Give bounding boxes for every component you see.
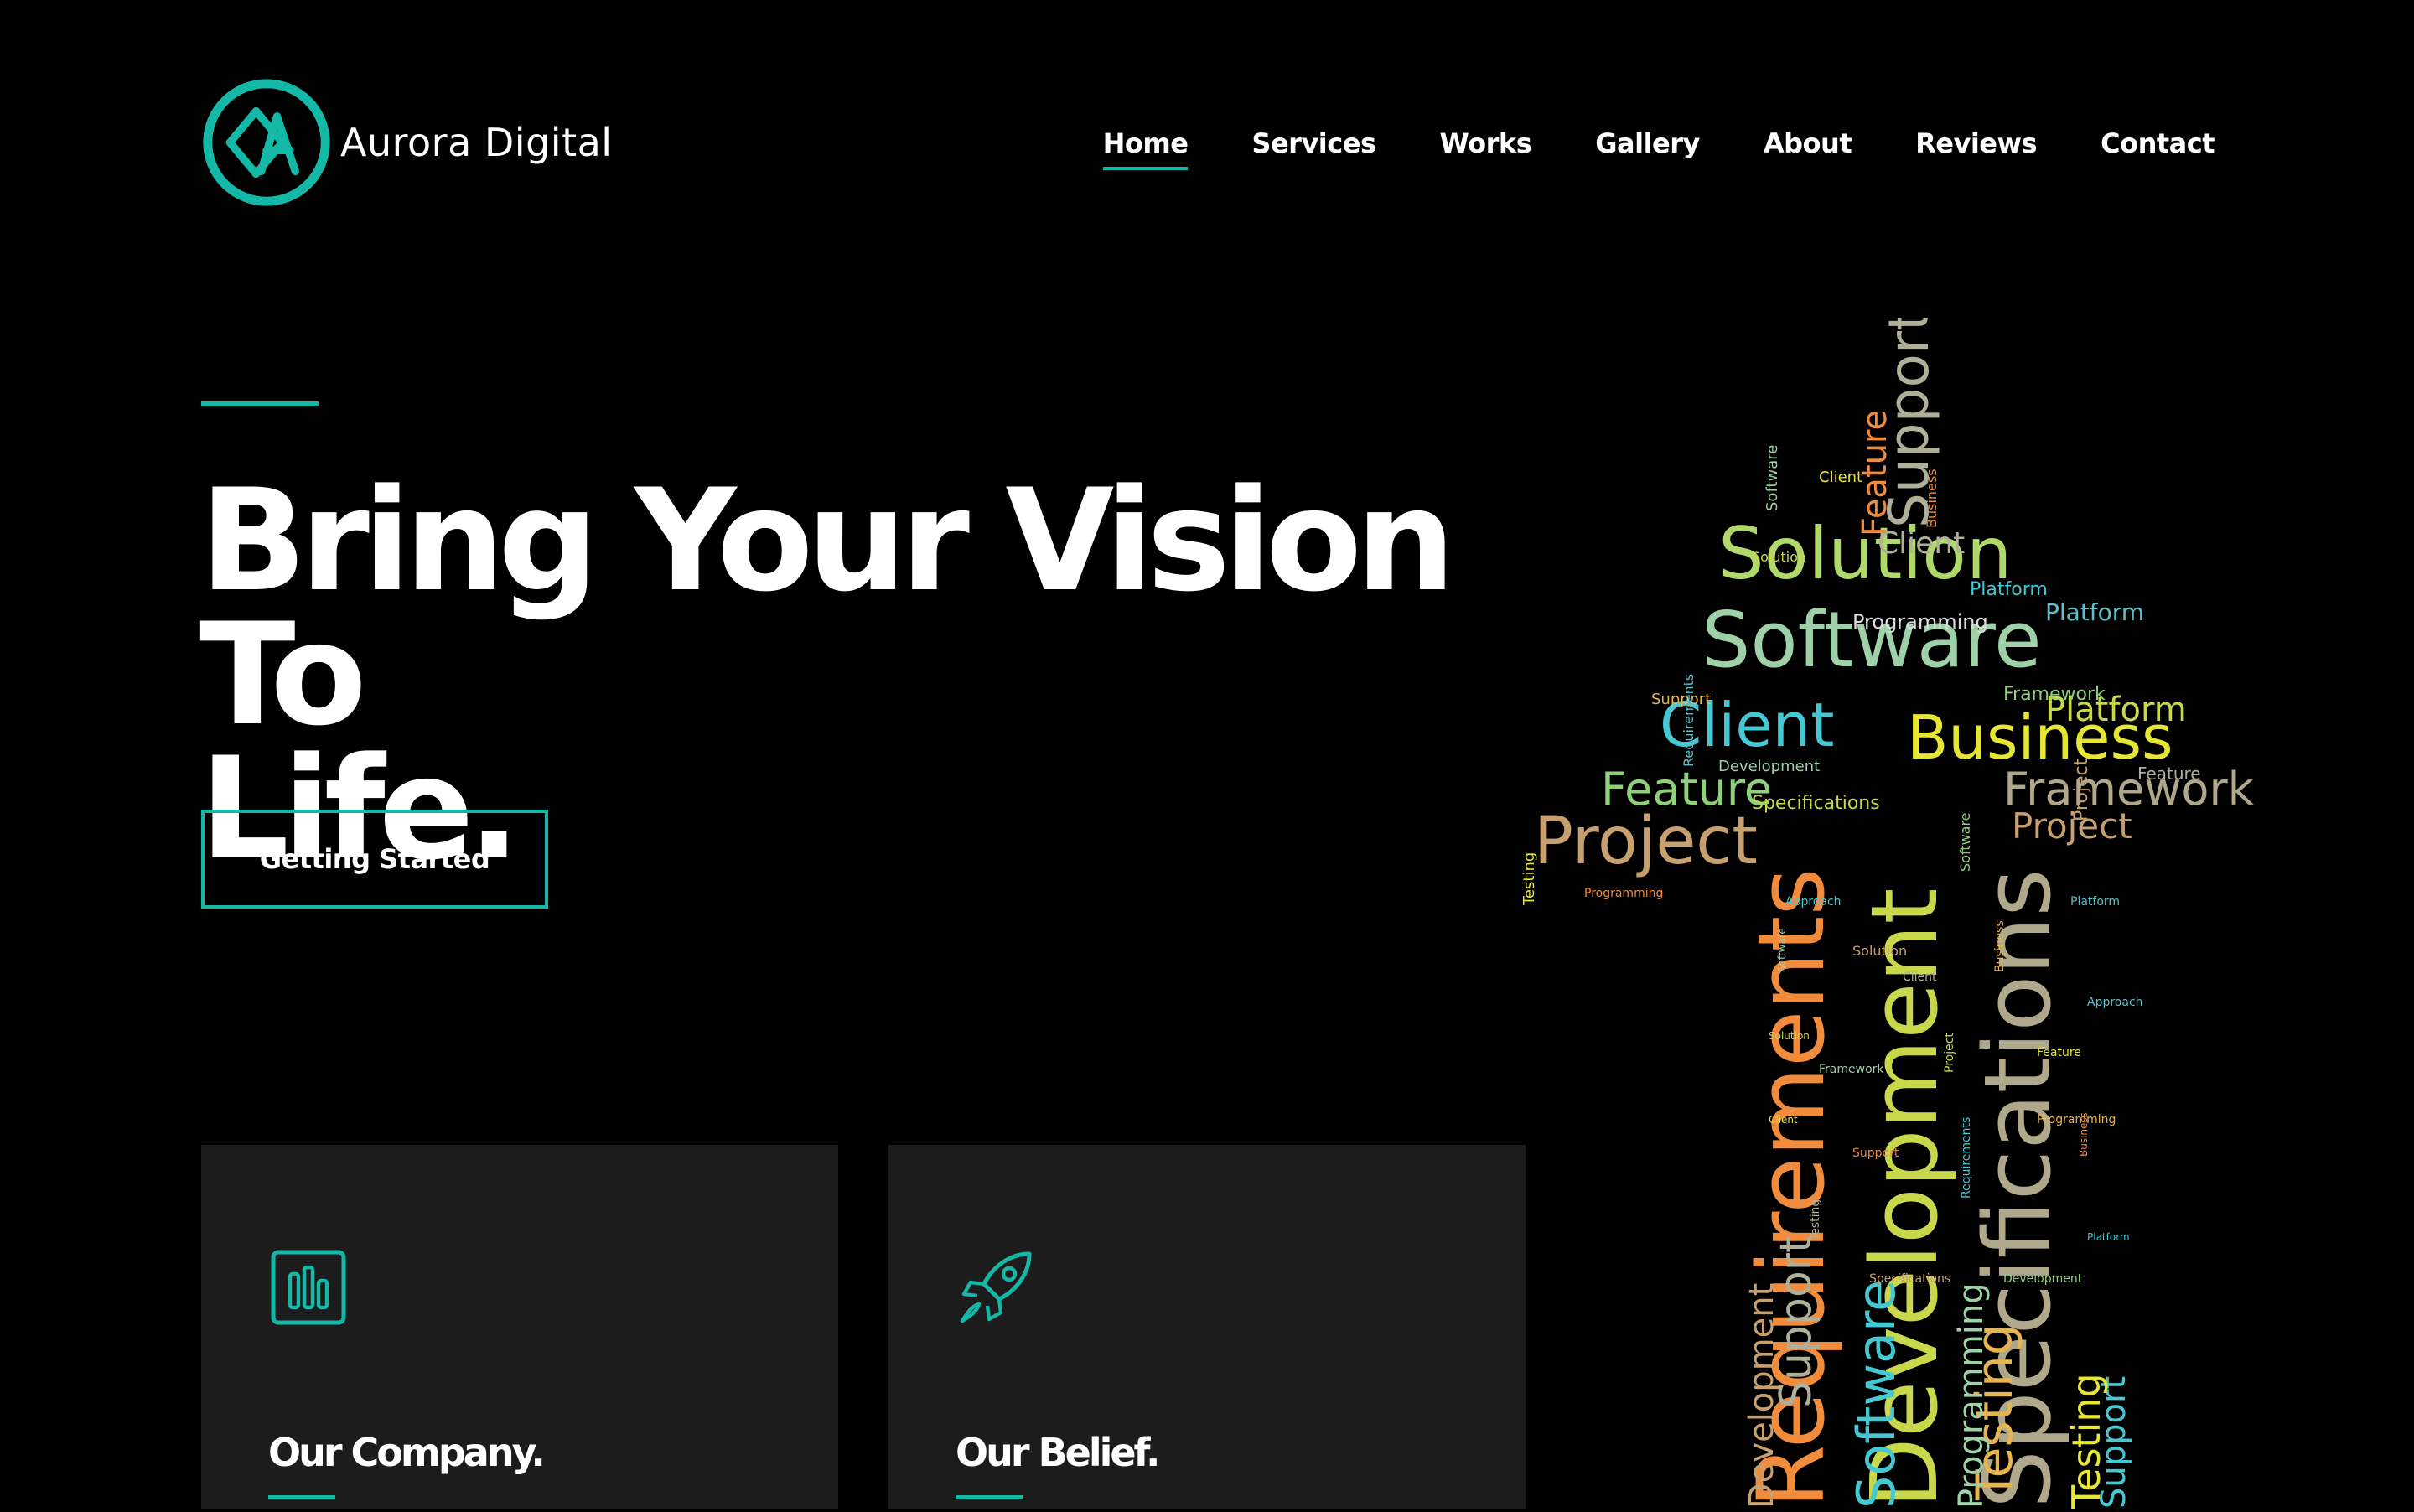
nav-item-home[interactable]: Home	[1102, 122, 1189, 170]
word-cloud-word: Solution	[1769, 1030, 1810, 1042]
getting-started-button[interactable]: Getting Started	[201, 810, 548, 909]
bar-chart-icon	[271, 1250, 346, 1325]
word-cloud-word: Platform	[2070, 895, 2120, 909]
company-card: Our Company.	[201, 1145, 838, 1509]
word-cloud-word: Development	[1718, 758, 1820, 775]
word-cloud-word: Testing	[1809, 1199, 1822, 1241]
word-cloud-word: Programming	[2037, 1113, 2116, 1126]
word-cloud-word: Project	[1943, 1033, 1956, 1073]
word-cloud-word: Solution	[1852, 943, 1907, 959]
word-cloud-word: Feature	[2137, 764, 2201, 784]
word-cloud-word: Software	[1702, 595, 2042, 685]
word-cloud-graphic: Software Solution Business Client Framework P…	[1520, 309, 2255, 1509]
nav-item-works[interactable]: Works	[1439, 122, 1531, 165]
hero-title-line1: Bring Your Vision To	[199, 458, 1456, 757]
nav-item-reviews[interactable]: Reviews	[1915, 122, 2037, 165]
word-cloud-word: Support	[1852, 1147, 1899, 1160]
word-cloud-word: Software	[1764, 445, 1781, 511]
word-cloud-word: Approach	[1785, 895, 1842, 909]
word-cloud-word: Requirements	[1681, 674, 1697, 767]
brand-name: Aurora Digital	[340, 120, 613, 165]
word-cloud-word: Programming	[1852, 610, 1988, 634]
company-card-underline	[268, 1495, 335, 1499]
belief-card-underline	[956, 1495, 1023, 1499]
word-cloud-word: Software	[1957, 812, 1973, 872]
word-cloud-word: Testing	[1520, 852, 1538, 906]
word-cloud-word: Client	[1769, 1114, 1798, 1126]
word-cloud-word: Project	[2071, 758, 2092, 821]
company-card-title: Our Company.	[268, 1430, 546, 1475]
word-cloud-word: Platform	[2045, 598, 2144, 626]
nav-item-gallery[interactable]: Gallery	[1595, 122, 1700, 165]
nav-item-about[interactable]: About	[1764, 122, 1852, 165]
word-cloud-word: Software	[1846, 1280, 1907, 1509]
word-cloud-word: Solution	[1752, 549, 1806, 565]
word-cloud-word: Framework	[1819, 1063, 1884, 1076]
word-cloud-word: Specifications	[1869, 1272, 1950, 1286]
word-cloud-word: Approach	[2087, 996, 2143, 1009]
word-cloud-word: Software	[1776, 928, 1788, 972]
word-cloud-word: Framework	[2003, 684, 2106, 705]
word-cloud-word: Programming	[1952, 1282, 1991, 1509]
word-cloud-word: Requirements	[1960, 1117, 1973, 1199]
word-cloud-word: Programming	[1584, 887, 1663, 900]
aurora-a-logo-icon	[203, 79, 330, 206]
word-cloud-word: Development	[2003, 1272, 2083, 1286]
rocket-icon	[960, 1251, 1032, 1323]
word-cloud-word: Platform	[2087, 1231, 2130, 1243]
word-cloud-word: Specifications	[1752, 793, 1880, 814]
word-cloud-word: Business	[2078, 1112, 2090, 1157]
word-cloud-word: Testing	[2064, 1373, 2109, 1509]
nav-item-contact[interactable]: Contact	[2101, 122, 2215, 165]
word-cloud-arrow-image: Software Solution Business Client Framework P…	[1500, 309, 2305, 1509]
word-cloud-word: Platform	[1970, 579, 2048, 600]
hero-accent-line	[201, 401, 319, 406]
word-cloud-word: Client	[1819, 469, 1862, 486]
word-cloud-word: Client	[1903, 971, 1937, 984]
nav-item-services[interactable]: Services	[1251, 122, 1376, 165]
belief-card-title: Our Belief.	[956, 1430, 1161, 1475]
word-cloud-word: Business	[1924, 469, 1940, 528]
brand-logo[interactable]: Aurora Digital	[201, 77, 613, 208]
word-cloud-word: Business	[1993, 920, 2007, 972]
main-nav: Home Services Works Gallery About Review…	[1039, 122, 2215, 170]
word-cloud-word: Feature	[2037, 1046, 2081, 1059]
word-cloud-word: Development	[1743, 1283, 1781, 1509]
belief-card: Our Belief.	[888, 1145, 1526, 1509]
